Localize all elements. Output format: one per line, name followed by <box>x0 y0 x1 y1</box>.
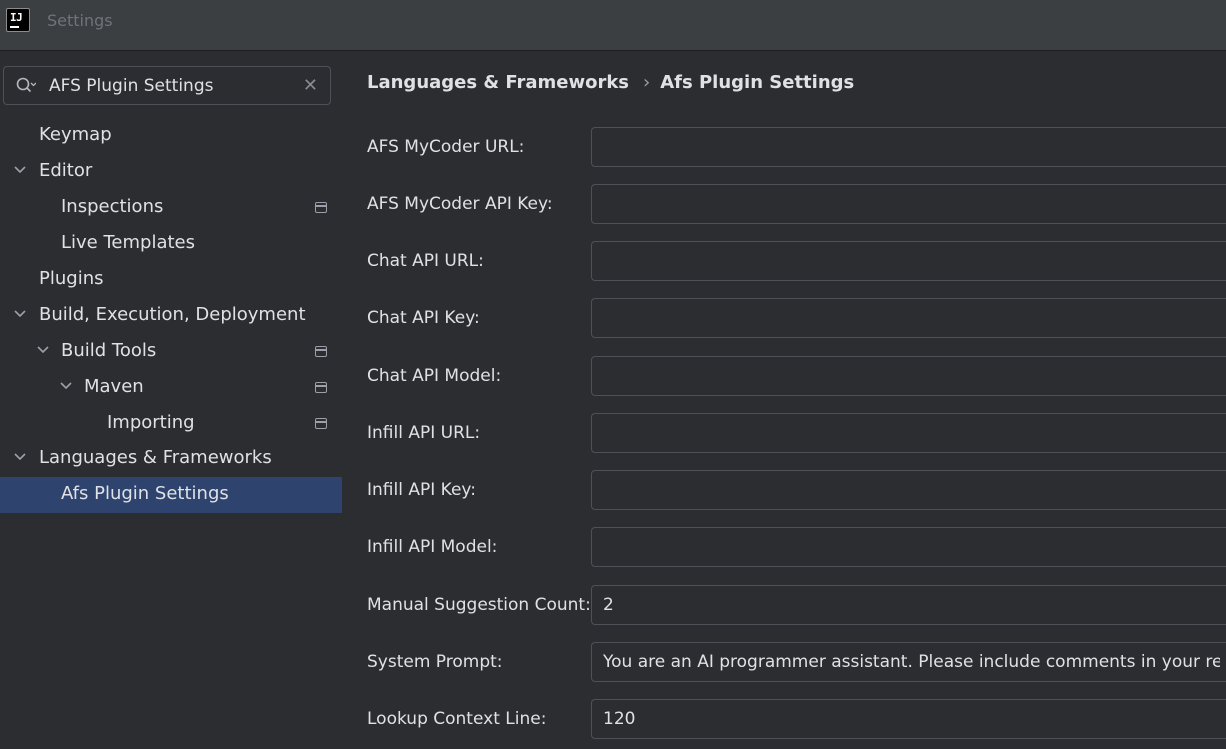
chat-api-url-input[interactable] <box>591 241 1226 281</box>
infill-api-key-label: Infill API Key: <box>367 480 476 500</box>
chevron-down-icon[interactable] <box>12 448 28 464</box>
tree-item-label: Languages & Frameworks <box>39 447 272 468</box>
chevron-down-icon[interactable] <box>58 377 74 393</box>
tree-item-label: Keymap <box>39 124 112 145</box>
chevron-down-icon[interactable] <box>12 305 28 321</box>
infill-api-key-input[interactable] <box>591 470 1226 510</box>
lookup-context-line-input[interactable] <box>591 699 1226 739</box>
tree-item-languages-frameworks[interactable]: Languages & Frameworks <box>0 441 342 477</box>
system-prompt-label: System Prompt: <box>367 652 503 672</box>
project-level-icon <box>315 202 327 213</box>
tree-item-plugins[interactable]: Plugins <box>0 262 342 298</box>
infill-api-url-label: Infill API URL: <box>367 423 481 443</box>
chevron-down-icon[interactable] <box>35 341 51 357</box>
form-row-suggestion-count: Manual Suggestion Count: <box>367 585 1226 625</box>
tree-item-label: Build, Execution, Deployment <box>39 304 306 325</box>
tree-item-inspections[interactable]: Inspections <box>0 190 342 226</box>
settings-sidebar: AFS Plugin Settings ✕ Keymap Editor Insp… <box>0 52 342 749</box>
search-value: AFS Plugin Settings <box>49 76 214 96</box>
breadcrumb-parent[interactable]: Languages & Frameworks <box>367 72 629 93</box>
window-title: Settings <box>47 11 113 30</box>
tree-item-label: Plugins <box>39 268 104 289</box>
form-row-chat-model: Chat API Model: <box>367 356 1226 396</box>
mycoder-url-input[interactable] <box>591 127 1226 167</box>
mycoder-api-key-label: AFS MyCoder API Key: <box>367 194 553 214</box>
chat-api-key-label: Chat API Key: <box>367 308 480 328</box>
chat-api-url-label: Chat API URL: <box>367 251 484 271</box>
settings-content: Languages & Frameworks › Afs Plugin Settin… <box>343 52 1226 749</box>
clear-search-icon[interactable]: ✕ <box>303 75 318 96</box>
chat-api-model-input[interactable] <box>591 356 1226 396</box>
form-row-lookup-context: Lookup Context Line: <box>367 699 1226 739</box>
tree-item-importing[interactable]: Importing <box>0 406 342 442</box>
infill-api-model-input[interactable] <box>591 527 1226 567</box>
tree-item-build-tools[interactable]: Build Tools <box>0 334 342 370</box>
form-row-mycoder-key: AFS MyCoder API Key: <box>367 184 1226 224</box>
form-row-infill-url: Infill API URL: <box>367 413 1226 453</box>
tree-item-editor[interactable]: Editor <box>0 154 342 190</box>
tree-item-label: Inspections <box>61 196 164 217</box>
breadcrumb-current: Afs Plugin Settings <box>660 72 855 93</box>
form-row-system-prompt: System Prompt: <box>367 642 1226 682</box>
tree-item-keymap[interactable]: Keymap <box>0 118 342 154</box>
project-level-icon <box>315 382 327 393</box>
title-bar: IJ Settings <box>0 0 1226 51</box>
settings-search-input[interactable]: AFS Plugin Settings ✕ <box>3 66 331 105</box>
tree-item-maven[interactable]: Maven <box>0 370 342 406</box>
lookup-context-line-label: Lookup Context Line: <box>367 709 547 729</box>
intellij-logo-icon: IJ <box>6 8 30 32</box>
tree-item-label: Maven <box>84 376 144 397</box>
chat-api-model-label: Chat API Model: <box>367 366 502 386</box>
tree-item-build-execution-deployment[interactable]: Build, Execution, Deployment <box>0 298 342 334</box>
infill-api-model-label: Infill API Model: <box>367 537 498 557</box>
tree-item-label: Build Tools <box>61 340 157 361</box>
form-row-chat-url: Chat API URL: <box>367 241 1226 281</box>
tree-item-live-templates[interactable]: Live Templates <box>0 226 342 262</box>
mycoder-api-key-input[interactable] <box>591 184 1226 224</box>
tree-item-label: Afs Plugin Settings <box>61 483 229 504</box>
breadcrumb: Languages & Frameworks › Afs Plugin Settin… <box>367 72 854 93</box>
form-row-mycoder-url: AFS MyCoder URL: <box>367 127 1226 167</box>
tree-item-afs-plugin-settings[interactable]: Afs Plugin Settings <box>0 477 342 513</box>
tree-item-label: Editor <box>39 160 93 181</box>
project-level-icon <box>315 418 327 429</box>
project-level-icon <box>315 346 327 357</box>
mycoder-url-label: AFS MyCoder URL: <box>367 137 525 157</box>
form-row-chat-key: Chat API Key: <box>367 298 1226 338</box>
tree-item-label: Importing <box>107 412 195 433</box>
breadcrumb-separator: › <box>643 72 651 93</box>
manual-suggestion-count-input[interactable] <box>591 585 1226 625</box>
chat-api-key-input[interactable] <box>591 298 1226 338</box>
search-icon <box>16 77 36 93</box>
chevron-down-icon[interactable] <box>12 161 28 177</box>
form-row-infill-key: Infill API Key: <box>367 470 1226 510</box>
infill-api-url-input[interactable] <box>591 413 1226 453</box>
form-row-infill-model: Infill API Model: <box>367 527 1226 567</box>
manual-suggestion-count-label: Manual Suggestion Count: <box>367 595 591 615</box>
system-prompt-input[interactable] <box>591 642 1226 682</box>
tree-item-label: Live Templates <box>61 232 195 253</box>
